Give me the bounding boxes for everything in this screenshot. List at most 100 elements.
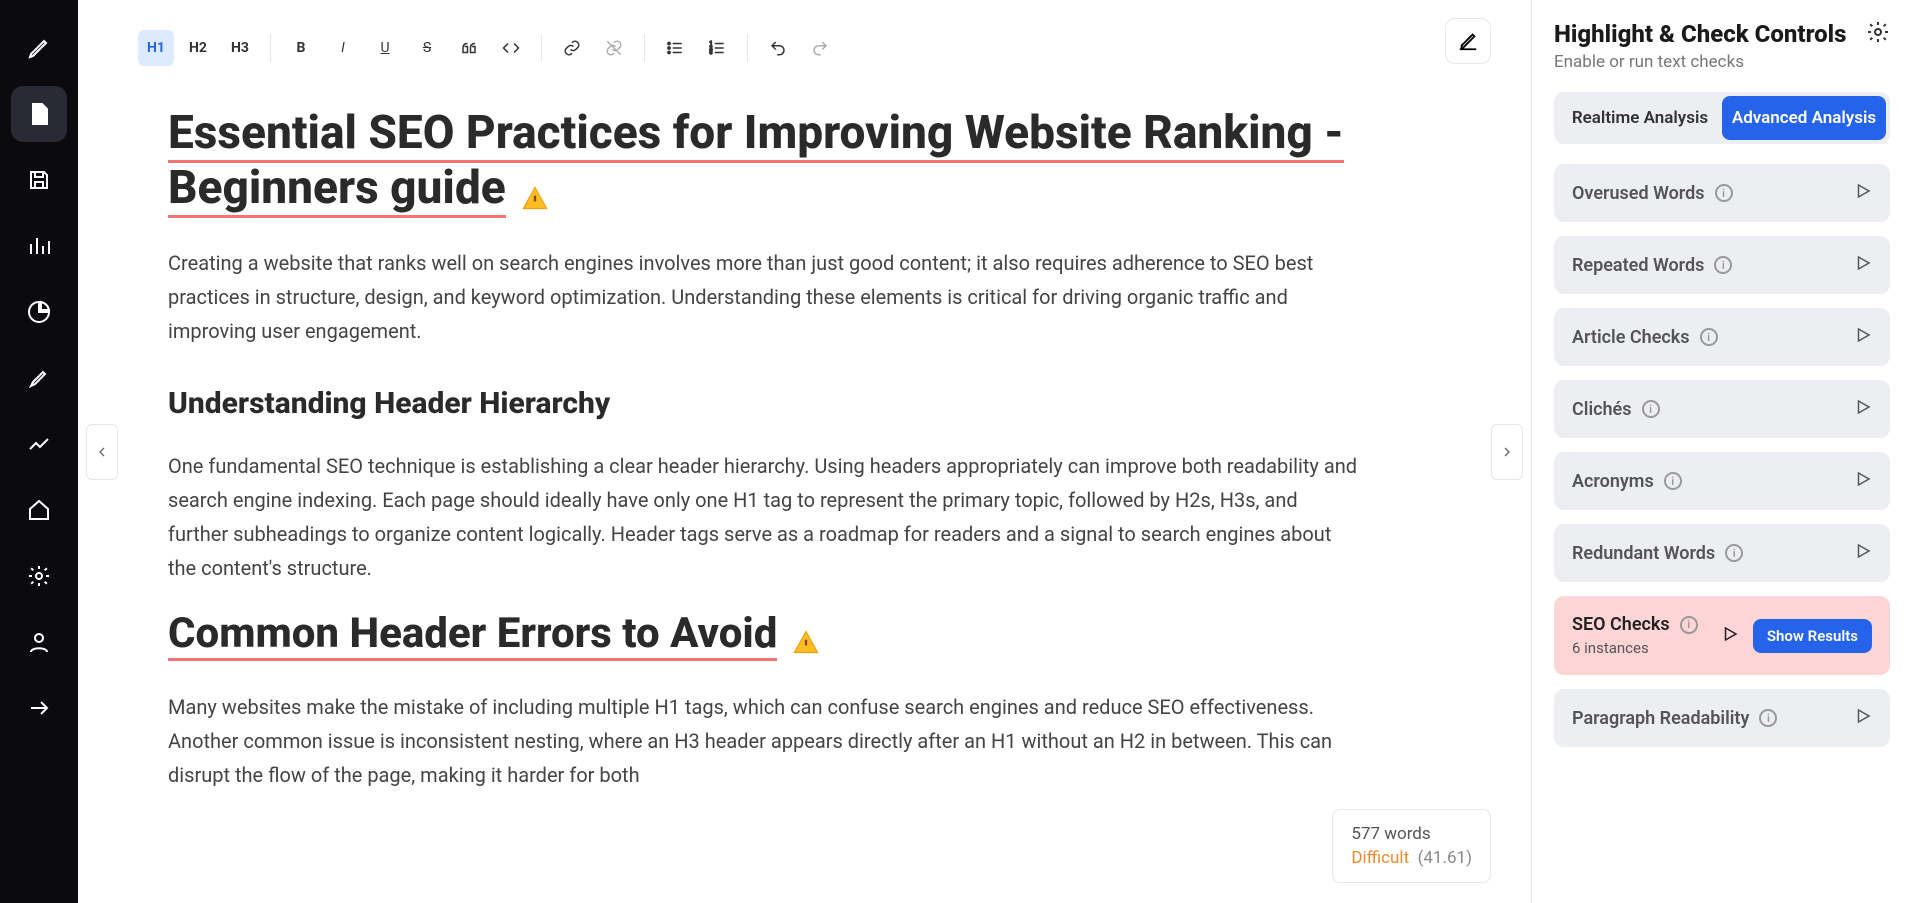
check-cliches[interactable]: Clichési [1554, 380, 1890, 438]
save-icon [27, 168, 51, 192]
play-icon [1854, 182, 1872, 200]
check-repeated[interactable]: Repeated Wordsi [1554, 236, 1890, 294]
analysis-tabs: Realtime Analysis Advanced Analysis [1554, 92, 1890, 144]
main-area: H1 H2 H3 B I U S 123 Essential SEO Pra [78, 0, 1912, 903]
sidebar-highlight[interactable] [11, 350, 67, 406]
sidebar-document[interactable] [11, 86, 67, 142]
run-check-button[interactable] [1854, 254, 1872, 276]
paragraph-3[interactable]: Many websites make the mistake of includ… [168, 690, 1361, 792]
sidebar-settings[interactable] [11, 548, 67, 604]
run-check-button[interactable] [1854, 398, 1872, 420]
seo-instances: 6 instances [1572, 639, 1698, 657]
sidebar-stats[interactable] [11, 218, 67, 274]
check-acronyms[interactable]: Acronymsi [1554, 452, 1890, 510]
play-icon [1854, 326, 1872, 344]
info-icon: i [1725, 544, 1743, 562]
check-overused[interactable]: Overused Wordsi [1554, 164, 1890, 222]
strike-button[interactable]: S [409, 30, 445, 66]
quote-icon [460, 39, 478, 57]
sidebar-pie[interactable] [11, 284, 67, 340]
info-icon: i [1642, 400, 1660, 418]
next-page-button[interactable] [1491, 424, 1523, 480]
edit-mode-button[interactable] [1445, 18, 1491, 64]
h1-button[interactable]: H1 [138, 30, 174, 66]
run-check-button[interactable] [1854, 182, 1872, 204]
arrow-right-icon [27, 696, 51, 720]
check-readability[interactable]: Paragraph Readabilityi [1554, 689, 1890, 747]
bold-button[interactable]: B [283, 30, 319, 66]
pencil-line-icon [1457, 30, 1479, 52]
document-content[interactable]: Essential SEO Practices for Improving We… [118, 76, 1491, 856]
paragraph-1[interactable]: Creating a website that ranks well on se… [168, 246, 1361, 348]
right-panel: Highlight & Check Controls Enable or run… [1532, 0, 1912, 903]
run-check-button[interactable] [1854, 707, 1872, 729]
italic-button[interactable]: I [325, 30, 361, 66]
sidebar-save[interactable] [11, 152, 67, 208]
h2-button[interactable]: H2 [180, 30, 216, 66]
pie-chart-icon [27, 300, 51, 324]
document-icon [27, 102, 51, 126]
number-list-button[interactable]: 123 [699, 30, 735, 66]
sidebar-expand[interactable] [11, 680, 67, 736]
check-article[interactable]: Article Checksi [1554, 308, 1890, 366]
redo-button[interactable] [802, 30, 838, 66]
chevron-right-icon [1499, 444, 1515, 460]
sidebar-profile[interactable] [11, 614, 67, 670]
run-check-button[interactable] [1854, 542, 1872, 564]
play-icon [1854, 254, 1872, 272]
number-list-icon: 123 [708, 39, 726, 57]
bullet-list-icon [666, 39, 684, 57]
bar-chart-icon [27, 234, 51, 258]
run-check-button[interactable] [1854, 326, 1872, 348]
gear-icon [1866, 20, 1890, 44]
editor-area: H1 H2 H3 B I U S 123 Essential SEO Pra [78, 0, 1532, 903]
unlink-icon [605, 39, 623, 57]
check-seo[interactable]: SEO Checksi 6 instances Show Results [1554, 596, 1890, 675]
code-button[interactable] [493, 30, 529, 66]
gear-icon [27, 564, 51, 588]
play-icon [1721, 625, 1739, 643]
info-icon: i [1759, 709, 1777, 727]
panel-settings-button[interactable] [1866, 20, 1890, 44]
sidebar-trend[interactable] [11, 416, 67, 472]
run-check-button[interactable] [1721, 625, 1739, 647]
svg-text:3: 3 [710, 50, 713, 56]
check-redundant[interactable]: Redundant Wordsi [1554, 524, 1890, 582]
highlighter-icon [27, 366, 51, 390]
link-button[interactable] [554, 30, 590, 66]
sidebar-home[interactable] [11, 482, 67, 538]
run-check-button[interactable] [1854, 470, 1872, 492]
show-results-button[interactable]: Show Results [1753, 619, 1872, 653]
bullet-list-button[interactable] [657, 30, 693, 66]
redo-icon [811, 39, 829, 57]
undo-icon [769, 39, 787, 57]
unlink-button[interactable] [596, 30, 632, 66]
panel-title: Highlight & Check Controls [1554, 20, 1846, 48]
readability-score: Difficult (41.61) [1351, 848, 1472, 868]
prev-page-button[interactable] [86, 424, 118, 480]
quote-button[interactable] [451, 30, 487, 66]
home-icon [27, 498, 51, 522]
heading-hierarchy[interactable]: Understanding Header Hierarchy [168, 378, 1361, 429]
tab-advanced[interactable]: Advanced Analysis [1722, 96, 1886, 140]
editor-toolbar: H1 H2 H3 B I U S 123 [118, 20, 1491, 76]
stats-box: 577 words Difficult (41.61) [1332, 809, 1491, 883]
info-icon: i [1664, 472, 1682, 490]
info-icon: i [1715, 184, 1733, 202]
info-icon: i [1680, 616, 1698, 634]
paragraph-2[interactable]: One fundamental SEO technique is establi… [168, 449, 1361, 585]
heading-errors[interactable]: Common Header Errors to Avoid [168, 609, 777, 661]
warning-icon [792, 628, 820, 656]
sidebar-edit[interactable] [11, 20, 67, 76]
code-icon [502, 39, 520, 57]
play-icon [1854, 398, 1872, 416]
info-icon: i [1714, 256, 1732, 274]
h3-button[interactable]: H3 [222, 30, 258, 66]
tab-realtime[interactable]: Realtime Analysis [1558, 96, 1722, 140]
trend-icon [27, 432, 51, 456]
link-icon [563, 39, 581, 57]
undo-button[interactable] [760, 30, 796, 66]
document-title[interactable]: Essential SEO Practices for Improving We… [168, 106, 1344, 218]
underline-button[interactable]: U [367, 30, 403, 66]
user-icon [27, 630, 51, 654]
